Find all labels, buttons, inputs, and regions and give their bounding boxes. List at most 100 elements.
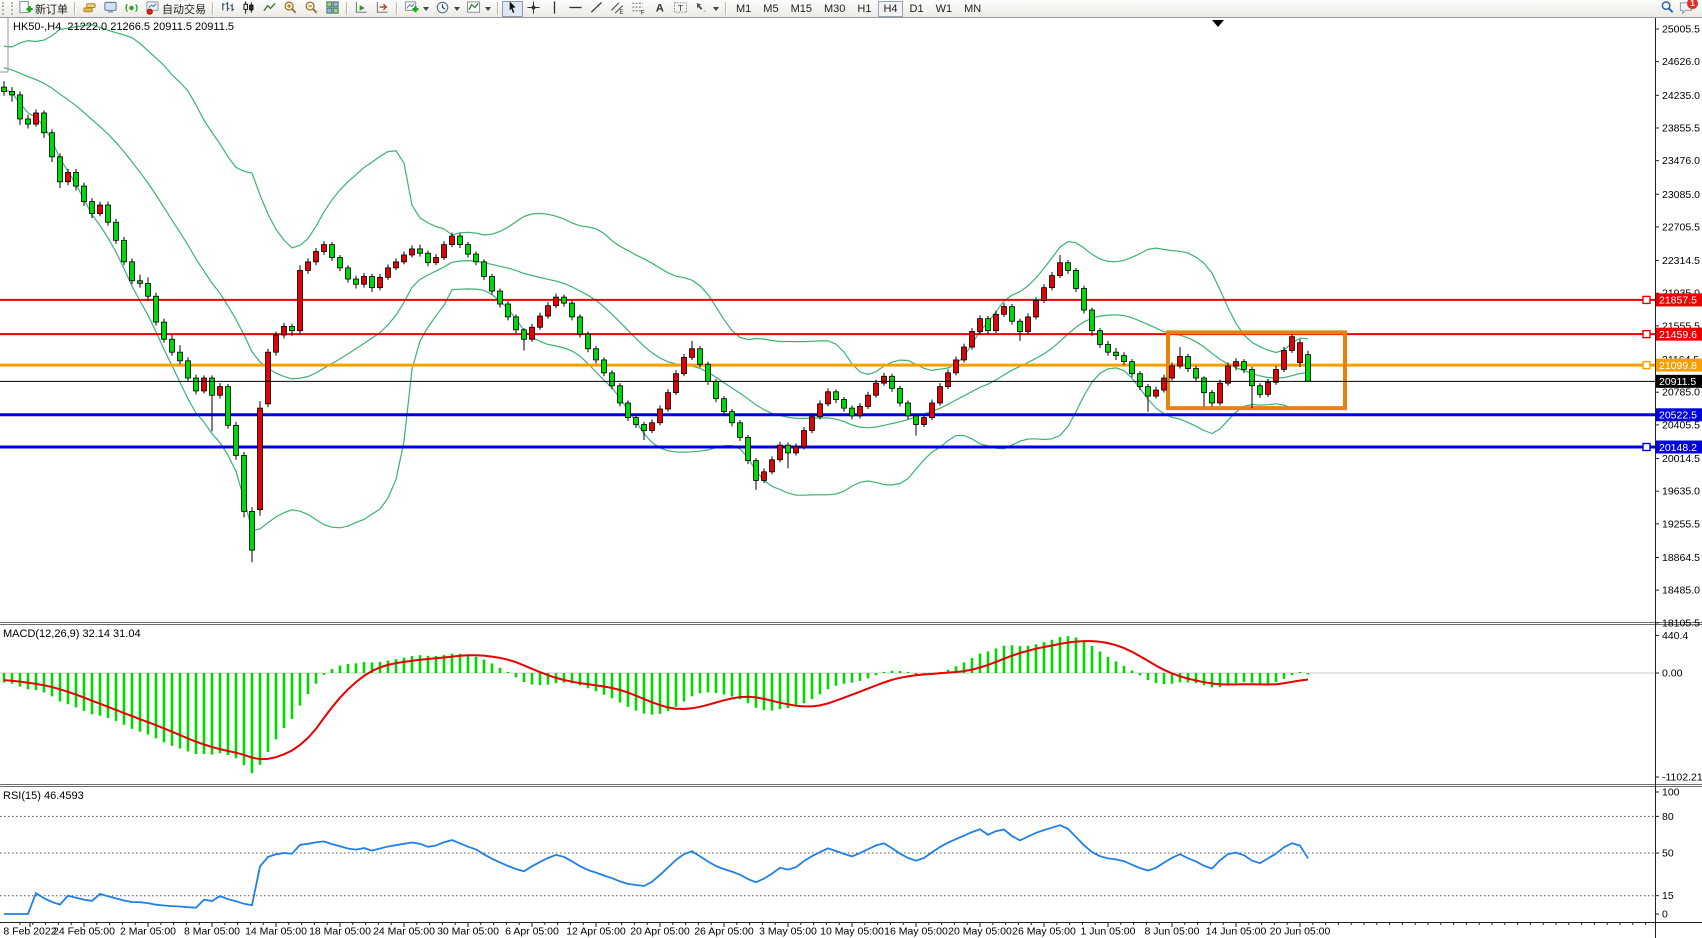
timeframe-bar: M1M5M15M30H1H4D1W1MN xyxy=(730,1,987,17)
timeframe-H4[interactable]: H4 xyxy=(878,1,902,17)
line-handle-20148.2[interactable] xyxy=(1643,444,1650,451)
svg-text:50: 50 xyxy=(1662,848,1674,860)
autotrade-label: 自动交易 xyxy=(162,1,206,17)
crosshair-button[interactable] xyxy=(523,1,544,17)
horizontal-line-button[interactable] xyxy=(565,1,586,17)
svg-text:24235.0: 24235.0 xyxy=(1662,90,1700,102)
svg-text:T: T xyxy=(678,2,683,12)
bars-icon xyxy=(220,0,235,18)
svg-text:19635.0: 19635.0 xyxy=(1662,486,1700,498)
tile-windows-button[interactable] xyxy=(322,1,343,17)
zoom-in-icon xyxy=(283,0,298,18)
chart-title: HK50-,H4 21222.0 21266.5 20911.5 20911.5 xyxy=(13,21,234,33)
text-label-button[interactable]: T xyxy=(670,1,691,17)
terminal-button[interactable] xyxy=(100,1,121,17)
candle-chart-button[interactable] xyxy=(238,1,259,17)
new-order-button[interactable]: 新订单 xyxy=(15,1,71,17)
text-label-icon: T xyxy=(673,0,688,18)
dropdown-arrow-icon xyxy=(485,7,491,11)
crosshair-icon xyxy=(526,0,541,18)
timeframe-M30[interactable]: M30 xyxy=(819,1,850,17)
line-handle-21459.6[interactable] xyxy=(1643,331,1650,338)
shapes-arrow-icon xyxy=(694,0,709,18)
vertical-line-button[interactable] xyxy=(544,1,565,17)
tile-windows-icon xyxy=(325,0,340,18)
new-order-icon xyxy=(18,0,33,18)
signal-button[interactable] xyxy=(121,1,142,17)
timeframe-M15[interactable]: M15 xyxy=(786,1,817,17)
timeframe-MN[interactable]: MN xyxy=(959,1,986,17)
svg-text:20 Jun 05:00: 20 Jun 05:00 xyxy=(1270,926,1331,938)
toolbar-separator xyxy=(346,2,348,15)
timeframe-D1[interactable]: D1 xyxy=(905,1,929,17)
channel-button[interactable]: E xyxy=(607,1,628,17)
svg-text:12 Apr 05:00: 12 Apr 05:00 xyxy=(566,926,626,938)
svg-text:23085.0: 23085.0 xyxy=(1662,189,1700,201)
line-handle-21857.5[interactable] xyxy=(1643,296,1650,303)
dropdown-arrow-icon xyxy=(713,7,719,11)
fibonacci-button[interactable]: F xyxy=(628,1,649,17)
svg-text:24626.0: 24626.0 xyxy=(1662,56,1700,68)
toolbar-separator xyxy=(212,2,214,15)
zoom-out-button[interactable] xyxy=(301,1,322,17)
timeframe-M1[interactable]: M1 xyxy=(731,1,756,17)
rsi-indicator-label: RSI(15) 46.4593 xyxy=(3,790,84,802)
svg-text:3 May 05:00: 3 May 05:00 xyxy=(759,926,817,938)
toolbar-grip[interactable] xyxy=(2,2,13,15)
line-chart-button[interactable] xyxy=(259,1,280,17)
svg-text:21459.6: 21459.6 xyxy=(1659,329,1697,341)
svg-text:80: 80 xyxy=(1662,811,1674,823)
indicators-button[interactable] xyxy=(401,1,432,17)
svg-text:22314.5: 22314.5 xyxy=(1662,255,1700,267)
svg-text:0.00: 0.00 xyxy=(1662,668,1683,680)
zoom-out-icon xyxy=(304,0,319,18)
trendline-button[interactable] xyxy=(586,1,607,17)
equidistant-channel-icon: E xyxy=(610,0,625,18)
template-icon xyxy=(466,0,481,18)
dropdown-arrow-icon xyxy=(423,7,429,11)
chart-shift-button[interactable] xyxy=(372,1,393,17)
bar-chart-button[interactable] xyxy=(217,1,238,17)
svg-text:2 Mar 05:00: 2 Mar 05:00 xyxy=(120,926,176,938)
text-icon: A xyxy=(652,0,667,18)
signal-icon xyxy=(124,0,139,18)
templates-button[interactable] xyxy=(463,1,494,17)
chart-background xyxy=(0,17,1702,938)
svg-text:8 Jun 05:00: 8 Jun 05:00 xyxy=(1145,926,1200,938)
periods-button[interactable] xyxy=(432,1,463,17)
zoom-in-button[interactable] xyxy=(280,1,301,17)
svg-text:100: 100 xyxy=(1662,787,1680,799)
svg-text:18 Mar 05:00: 18 Mar 05:00 xyxy=(309,926,371,938)
chat-button[interactable]: 1 xyxy=(1678,0,1694,18)
arrows-button[interactable] xyxy=(691,1,722,17)
toolbar-separator xyxy=(396,2,398,15)
autotrade-button[interactable]: 自动交易 xyxy=(142,1,209,17)
svg-text:F: F xyxy=(641,9,645,14)
notification-badge: 1 xyxy=(1687,0,1698,9)
svg-text:18485.0: 18485.0 xyxy=(1662,585,1700,597)
auto-scroll-button[interactable] xyxy=(351,1,372,17)
svg-text:25005.5: 25005.5 xyxy=(1662,24,1700,36)
svg-text:14 Mar 05:00: 14 Mar 05:00 xyxy=(245,926,307,938)
auto-scroll-icon xyxy=(354,0,369,18)
svg-text:10 May 05:00: 10 May 05:00 xyxy=(820,926,884,938)
svg-text:20522.5: 20522.5 xyxy=(1659,410,1697,422)
search-button[interactable] xyxy=(1657,1,1678,17)
svg-text:19255.5: 19255.5 xyxy=(1662,518,1700,530)
svg-text:E: E xyxy=(619,9,623,15)
cursor-button[interactable] xyxy=(502,1,523,17)
market-watch-button[interactable] xyxy=(79,1,100,17)
chart-canvas[interactable]: 25005.524626.024235.023855.523476.023085… xyxy=(0,0,1702,938)
timeframe-H1[interactable]: H1 xyxy=(852,1,876,17)
fibonacci-icon: F xyxy=(631,0,646,18)
timeframe-M5[interactable]: M5 xyxy=(758,1,783,17)
svg-text:-1102.21: -1102.21 xyxy=(1662,772,1702,784)
timeframe-W1[interactable]: W1 xyxy=(931,1,958,17)
line-handle-21099.8[interactable] xyxy=(1643,362,1650,369)
svg-text:20785.0: 20785.0 xyxy=(1662,387,1700,399)
search-icon xyxy=(1660,0,1675,18)
svg-text:24 Feb 05:00: 24 Feb 05:00 xyxy=(53,926,115,938)
trendline-icon xyxy=(589,0,604,18)
text-button[interactable]: A xyxy=(649,1,670,17)
svg-text:23476.0: 23476.0 xyxy=(1662,155,1700,167)
